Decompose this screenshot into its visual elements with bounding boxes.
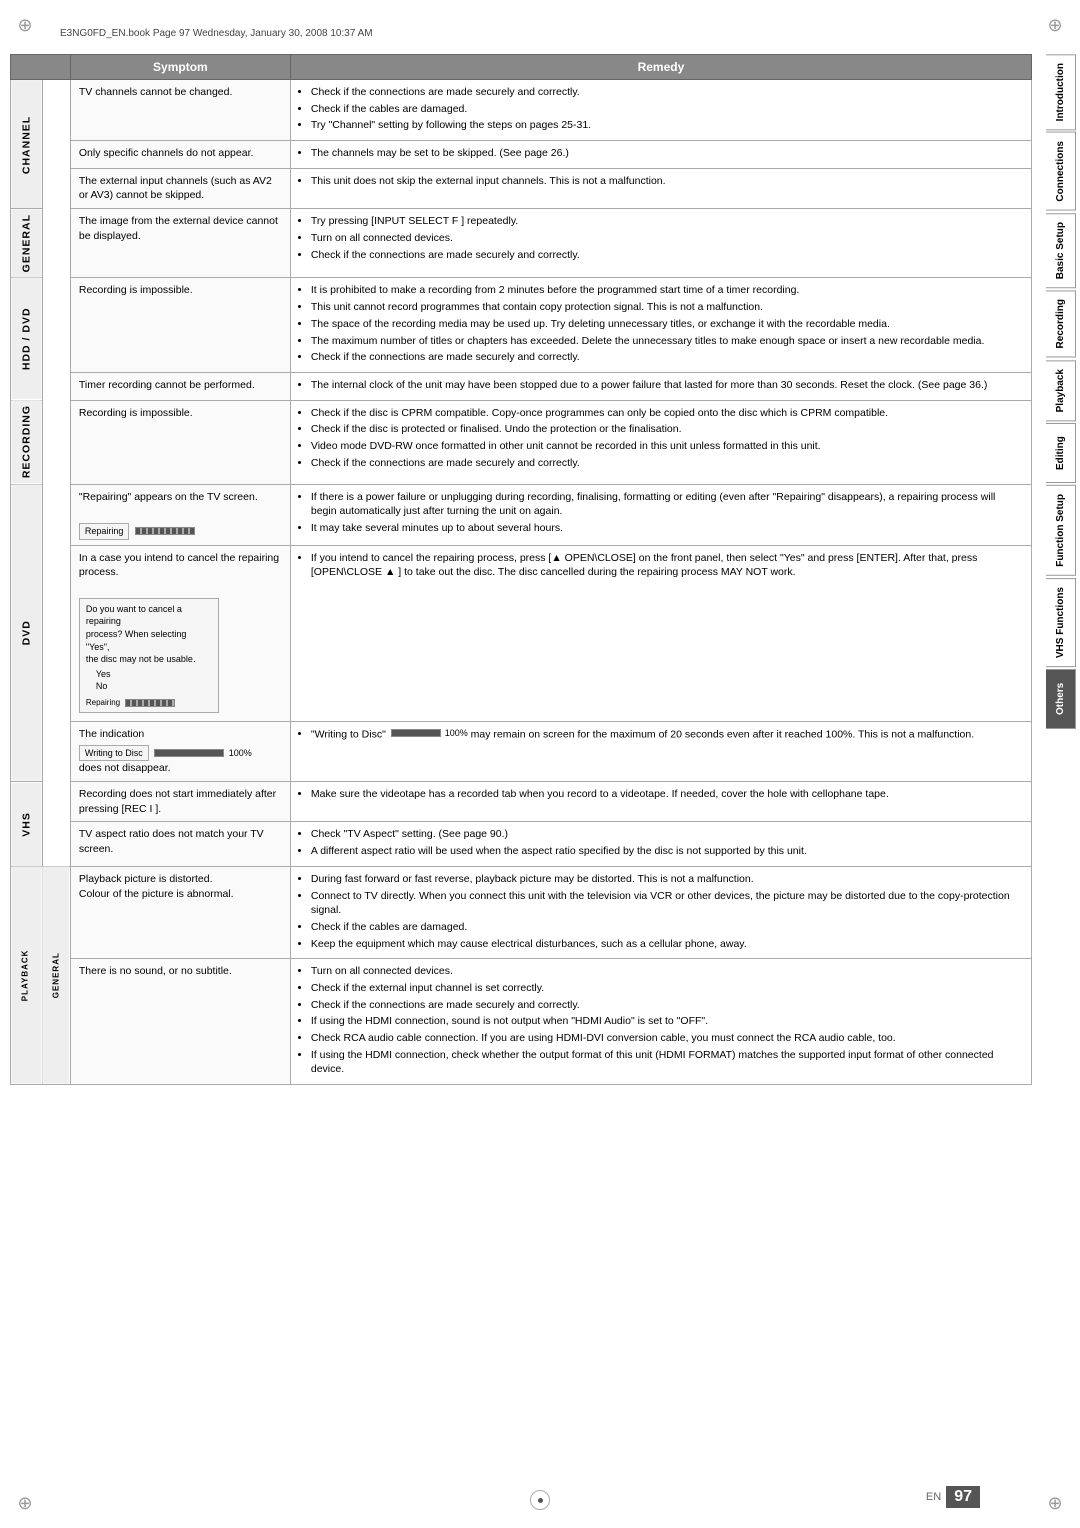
symptom-cell: Playback picture is distorted.Colour of …: [70, 866, 290, 958]
section-label-general2: GENERAL: [42, 866, 70, 1084]
section-label-recording: RECORDING: [11, 400, 43, 484]
page-header: E3NG0FD_EN.book Page 97 Wednesday, Janua…: [0, 20, 1080, 44]
dot-circle: [530, 1490, 550, 1510]
sidebar-tab-basic-setup[interactable]: Basic Setup: [1046, 213, 1076, 288]
symptom-cell: There is no sound, or no subtitle.: [70, 959, 290, 1085]
table-row: Timer recording cannot be performed. The…: [11, 372, 1032, 400]
section-label-vhs: VHS: [11, 782, 43, 867]
section-label-dvd: DVD: [11, 484, 43, 781]
table-row: VHS Recording does not start immediately…: [11, 782, 1032, 822]
symptom-cell: TV aspect ratio does not match your TV s…: [70, 822, 290, 866]
symptom-cell: Timer recording cannot be performed.: [70, 372, 290, 400]
symptom-cell: "Repairing" appears on the TV screen. Re…: [70, 484, 290, 545]
symptom-header: Symptom: [70, 55, 290, 80]
table-row: RECORDING Recording is impossible. Check…: [11, 400, 1032, 484]
dot-center: [538, 1498, 543, 1503]
remedy-percent: 100%: [445, 727, 468, 740]
corner-mark-br: ⊕: [1040, 1488, 1070, 1518]
remedy-cell: The internal clock of the unit may have …: [290, 372, 1031, 400]
center-content: Symptom Remedy CHANNEL TV channels canno…: [0, 54, 1042, 1085]
sidebar-tab-others[interactable]: Others: [1046, 669, 1076, 729]
remedy-cell: It is prohibited to make a recording fro…: [290, 278, 1031, 372]
remedy-cell: During fast forward or fast reverse, pla…: [290, 866, 1031, 958]
remedy-cell: Check "TV Aspect" setting. (See page 90.…: [290, 822, 1031, 866]
table-row: TV aspect ratio does not match your TV s…: [11, 822, 1032, 866]
header-section-label: [11, 55, 71, 80]
remedy-cell: "Writing to Disc" 100% may remain on scr…: [290, 722, 1031, 782]
symptom-cell-writing: The indication Writing to Disc 100% does…: [70, 722, 290, 782]
remedy-header: Remedy: [290, 55, 1031, 80]
symptom-cell: In a case you intend to cancel the repai…: [70, 545, 290, 721]
table-row: PLAYBACK GENERAL Playback picture is dis…: [11, 866, 1032, 958]
main-layout: Symptom Remedy CHANNEL TV channels canno…: [0, 44, 1080, 1095]
table-header-row: Symptom Remedy: [11, 55, 1032, 80]
sidebar-tab-editing[interactable]: Editing: [1046, 423, 1076, 483]
main-table: Symptom Remedy CHANNEL TV channels canno…: [10, 54, 1032, 1085]
does-not-disappear-text: does not disappear.: [79, 762, 171, 774]
symptom-cell: Recording is impossible.: [70, 400, 290, 484]
remedy-cell: Check if the connections are made secure…: [290, 80, 1031, 141]
right-sidebar: Introduction Connections Basic Setup Rec…: [1042, 54, 1080, 1085]
page-number: 97: [946, 1486, 980, 1508]
repairing-label-box: Repairing: [79, 523, 130, 540]
progress-bar-full: [154, 749, 224, 757]
sidebar-tab-introduction[interactable]: Introduction: [1046, 54, 1076, 130]
remedy-cell: The channels may be set to be skipped. (…: [290, 141, 1031, 169]
sidebar-tab-vhs-functions[interactable]: VHS Functions: [1046, 578, 1076, 667]
sidebar-tab-function-setup[interactable]: Function Setup: [1046, 485, 1076, 576]
remedy-cell: This unit does not skip the external inp…: [290, 168, 1031, 208]
page-footer: EN 97: [926, 1486, 980, 1508]
screen-progress-bar: [125, 699, 175, 707]
page-en-label: EN: [926, 1491, 941, 1503]
table-row: DVD "Repairing" appears on the TV screen…: [11, 484, 1032, 545]
symptom-cell: TV channels cannot be changed.: [70, 80, 290, 141]
indication-text: The indication: [79, 728, 144, 740]
table-row: GENERAL The image from the external devi…: [11, 209, 1032, 278]
remedy-cell: Make sure the videotape has a recorded t…: [290, 782, 1031, 822]
table-row: The indication Writing to Disc 100% does…: [11, 722, 1032, 782]
symptom-cell: The external input channels (such as AV2…: [70, 168, 290, 208]
table-row: CHANNEL TV channels cannot be changed. C…: [11, 80, 1032, 141]
page-container: ⊕ ⊕ ⊕ ⊕ E3NG0FD_EN.book Page 97 Wednesda…: [0, 0, 1080, 1528]
progress-bar: [135, 527, 195, 535]
section-label-general: GENERAL: [11, 209, 43, 278]
remedy-cell: Turn on all connected devices. Check if …: [290, 959, 1031, 1085]
remedy-progress-bar: [391, 729, 441, 737]
remedy-cell: Check if the disc is CPRM compatible. Co…: [290, 400, 1031, 484]
screen-mockup: Do you want to cancel a repairing proces…: [79, 598, 219, 713]
table-row: HDD / DVD Recording is impossible. It is…: [11, 278, 1032, 372]
section-label-hdd-dvd: HDD / DVD: [11, 278, 43, 400]
symptom-cell: The image from the external device canno…: [70, 209, 290, 278]
sidebar-tab-recording[interactable]: Recording: [1046, 290, 1076, 357]
table-row: The external input channels (such as AV2…: [11, 168, 1032, 208]
footer-circle: [530, 1490, 550, 1510]
table-row: In a case you intend to cancel the repai…: [11, 545, 1032, 721]
remedy-cell: If there is a power failure or unpluggin…: [290, 484, 1031, 545]
progress-percent: 100%: [229, 747, 252, 760]
sidebar-tab-playback[interactable]: Playback: [1046, 360, 1076, 421]
symptom-cell: Recording is impossible.: [70, 278, 290, 372]
symptom-cell: Recording does not start immediately aft…: [70, 782, 290, 822]
sidebar-tab-connections[interactable]: Connections: [1046, 132, 1076, 211]
header-text: E3NG0FD_EN.book Page 97 Wednesday, Janua…: [60, 28, 373, 39]
table-row: There is no sound, or no subtitle. Turn …: [11, 959, 1032, 1085]
symptom-cell: Only specific channels do not appear.: [70, 141, 290, 169]
section-label-playback: PLAYBACK: [11, 866, 43, 1084]
writing-to-disc-remedy-label: "Writing to Disc": [311, 728, 389, 740]
remedy-cell: If you intend to cancel the repairing pr…: [290, 545, 1031, 721]
writing-to-disc-box: Writing to Disc: [79, 745, 149, 762]
table-row: Only specific channels do not appear. Th…: [11, 141, 1032, 169]
section-label-channel: CHANNEL: [11, 80, 43, 209]
corner-mark-tr: ⊕: [1040, 10, 1070, 40]
corner-mark-tl: ⊕: [10, 10, 40, 40]
remedy-cell: Try pressing [INPUT SELECT F ] repeatedl…: [290, 209, 1031, 278]
corner-mark-bl: ⊕: [10, 1488, 40, 1518]
